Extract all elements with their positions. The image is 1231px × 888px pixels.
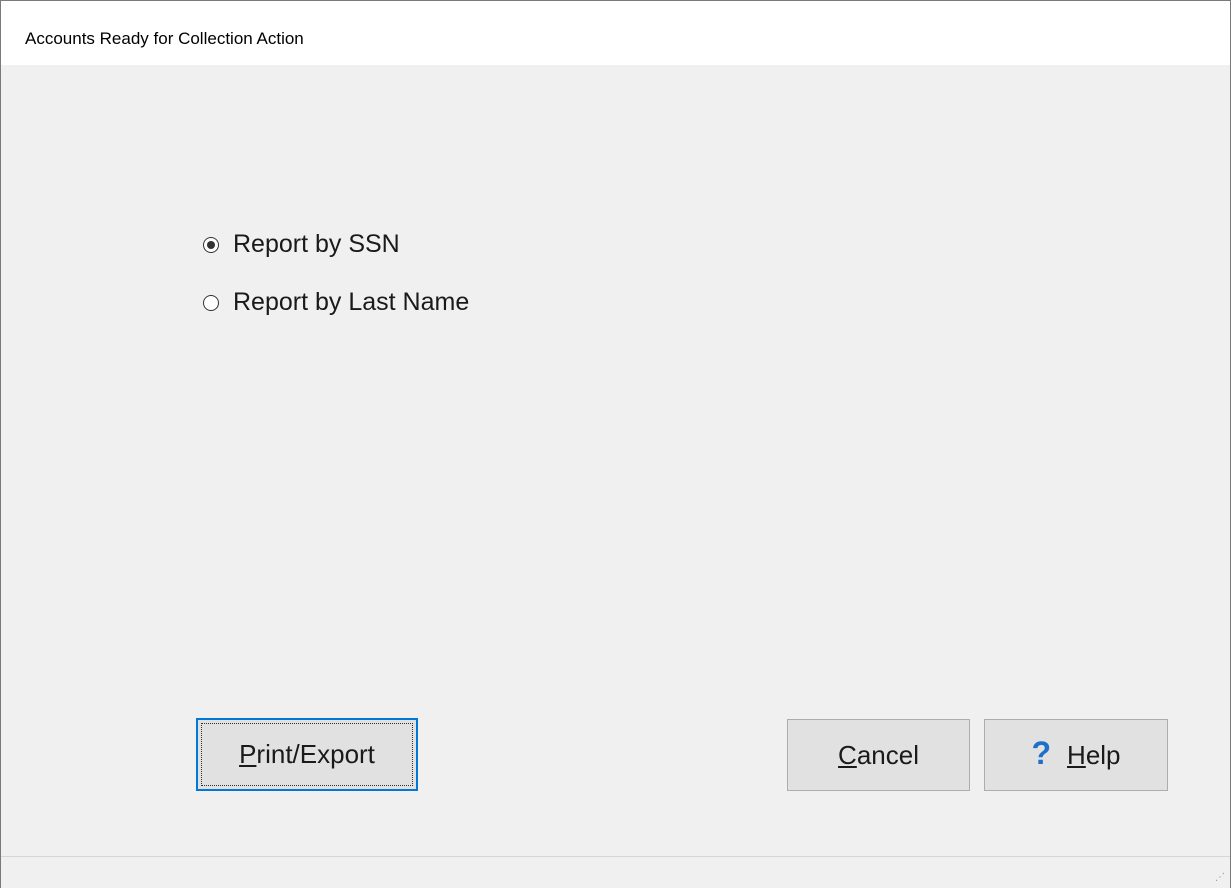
radio-selected-dot <box>207 240 215 249</box>
window-title: Accounts Ready for Collection Action <box>25 29 304 48</box>
radio-label-ssn[interactable]: Report by SSN <box>233 230 400 259</box>
radio-button-icon[interactable] <box>203 294 219 311</box>
help-button[interactable]: ? Help <box>984 719 1168 791</box>
title-bar[interactable]: Accounts Ready for Collection Action <box>1 1 1230 65</box>
help-question-icon: ? <box>1031 734 1052 771</box>
dialog-window: Accounts Ready for Collection Action Rep… <box>0 0 1231 888</box>
focus-rectangle <box>201 723 413 786</box>
resize-grip-icon[interactable]: ⋰ <box>1215 873 1227 885</box>
radio-report-by-last-name[interactable]: Report by Last Name <box>203 288 469 317</box>
help-label: Help <box>1067 739 1121 770</box>
radio-label-last-name[interactable]: Report by Last Name <box>233 288 469 317</box>
cancel-label: Cancel <box>838 739 919 770</box>
radio-report-by-ssn[interactable]: Report by SSN <box>203 230 400 259</box>
cancel-button[interactable]: Cancel <box>787 719 970 791</box>
radio-button-icon[interactable] <box>203 236 219 253</box>
status-bar: ⋰ <box>1 856 1230 888</box>
print-export-button[interactable]: Print/Export <box>196 718 418 791</box>
